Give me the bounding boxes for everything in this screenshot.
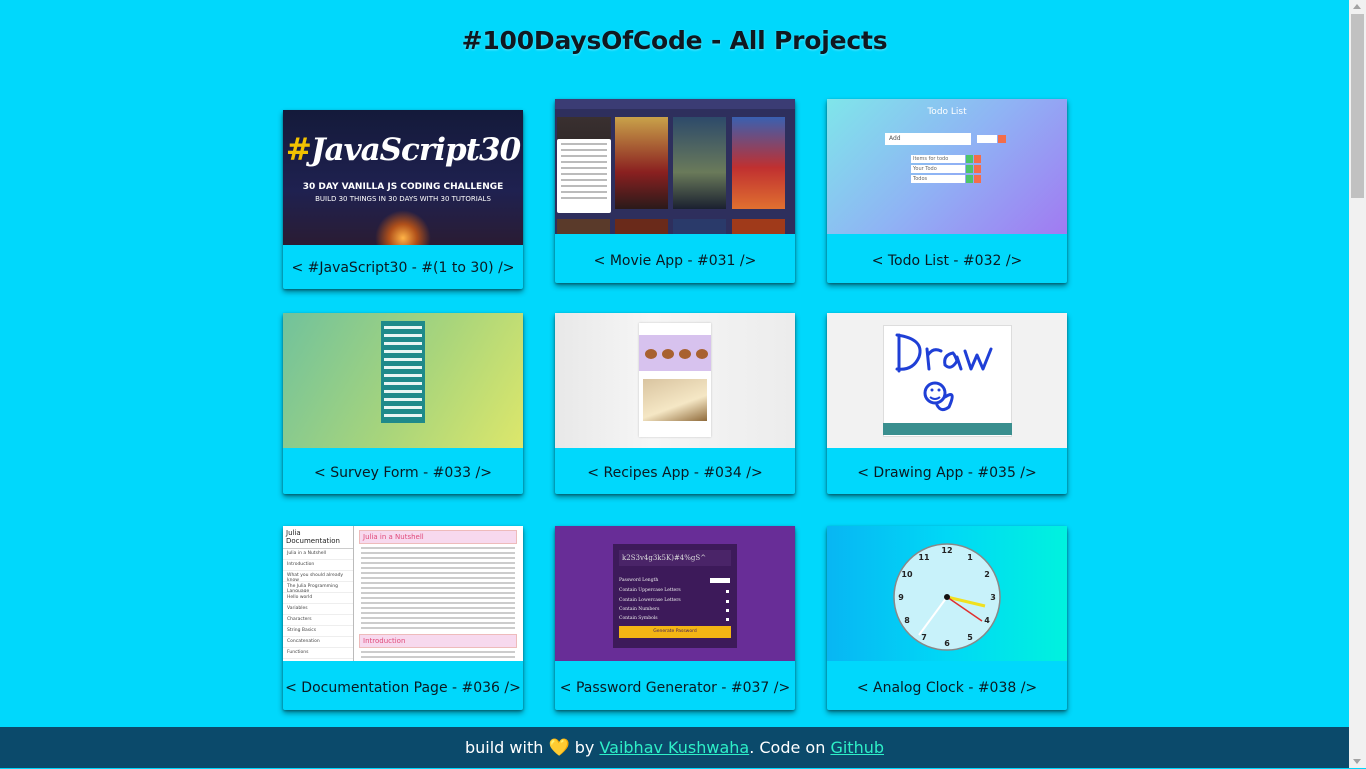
project-thumbnail xyxy=(283,313,523,448)
project-caption: < Recipes App - #034 /> xyxy=(587,465,763,481)
page-title: #100DaysOfCode - All Projects xyxy=(461,26,888,55)
js30-headline: #JavaScript30 xyxy=(285,132,521,168)
svg-text:5: 5 xyxy=(967,633,973,642)
project-card-movie-app[interactable]: < Movie App - #031 /> xyxy=(555,99,795,283)
survey-form-preview xyxy=(381,321,425,423)
drawing-toolbar xyxy=(883,423,1012,435)
page: #100DaysOfCode - All Projects #JavaScrip… xyxy=(0,0,1349,768)
project-thumbnail: #JavaScript30 30 DAY VANILLA JS CODING C… xyxy=(283,110,523,245)
password-output: k2S3v4g3k5K)#4%gS^ xyxy=(619,550,731,566)
todo-title: Todo List xyxy=(927,107,967,117)
project-thumbnail: k2S3v4g3k5K)#4%gS^ Password Length Conta… xyxy=(555,526,795,661)
svg-text:12: 12 xyxy=(941,546,952,555)
js30-line1: 30 DAY VANILLA JS CODING CHALLENGE xyxy=(302,182,504,192)
project-thumbnail: Julia Documentation Julia in a Nutshell … xyxy=(283,526,523,661)
svg-text:1: 1 xyxy=(967,553,973,562)
project-card-survey-form[interactable]: < Survey Form - #033 /> xyxy=(283,313,523,494)
scroll-up-arrow-icon[interactable] xyxy=(1353,4,1361,9)
todo-input: Add xyxy=(885,133,971,145)
project-card-javascript30[interactable]: #JavaScript30 30 DAY VANILLA JS CODING C… xyxy=(283,110,523,289)
app-header-bar xyxy=(555,99,795,109)
doc-sidebar: Julia Documentation Julia in a Nutshell … xyxy=(283,526,354,661)
project-caption: < Todo List - #032 /> xyxy=(871,253,1023,269)
svg-text:6: 6 xyxy=(944,639,950,648)
project-thumbnail xyxy=(555,99,795,234)
todo-item: Your Todo xyxy=(911,165,965,173)
svg-text:3: 3 xyxy=(990,593,996,602)
project-thumbnail: Todo List Add Items for todo Your Todo T… xyxy=(827,99,1067,234)
project-caption: < Password Generator - #037 /> xyxy=(559,680,791,696)
todo-item: Items for todo xyxy=(911,155,965,163)
clock-face: 12 1 2 3 4 5 6 7 8 9 10 11 xyxy=(893,543,1001,651)
github-link[interactable]: Github xyxy=(830,738,884,757)
scroll-down-arrow-icon[interactable] xyxy=(1353,759,1361,764)
project-card-documentation-page[interactable]: Julia Documentation Julia in a Nutshell … xyxy=(283,526,523,710)
vertical-scrollbar[interactable] xyxy=(1349,0,1366,768)
scrollbar-thumb[interactable] xyxy=(1351,14,1364,198)
project-card-recipes-app[interactable]: < Recipes App - #034 /> xyxy=(555,313,795,494)
todo-item: Todos xyxy=(911,175,965,183)
project-card-analog-clock[interactable]: 12 1 2 3 4 5 6 7 8 9 10 11 < Analog Cloc… xyxy=(827,526,1067,710)
footer-by: by xyxy=(574,738,595,757)
footer-code-on: . Code on xyxy=(749,738,826,757)
footer-build-with: build with xyxy=(464,738,544,757)
project-caption: < Analog Clock - #038 /> xyxy=(856,680,1038,696)
footer: build with 💛 by Vaibhav Kushwaha. Code o… xyxy=(0,727,1349,768)
project-card-drawing-app[interactable]: < Drawing App - #035 /> xyxy=(827,313,1067,494)
cake-image xyxy=(643,379,707,421)
svg-text:8: 8 xyxy=(904,616,910,625)
svg-text:7: 7 xyxy=(921,633,927,642)
movie-poster xyxy=(732,117,785,209)
project-caption: < #JavaScript30 - #(1 to 30) /> xyxy=(291,260,515,276)
project-card-password-generator[interactable]: k2S3v4g3k5K)#4%gS^ Password Length Conta… xyxy=(555,526,795,710)
doc-main: Julia in a Nutshell Introduction xyxy=(359,530,517,658)
svg-text:11: 11 xyxy=(918,553,930,562)
svg-text:9: 9 xyxy=(898,593,904,602)
project-caption: < Drawing App - #035 /> xyxy=(857,465,1037,481)
heart-icon: 💛 xyxy=(548,738,570,758)
campfire-image xyxy=(375,210,431,245)
project-caption: < Movie App - #031 /> xyxy=(593,253,757,269)
movie-poster xyxy=(673,117,726,209)
project-thumbnail xyxy=(827,313,1067,448)
movie-overview-card xyxy=(557,139,611,213)
project-caption: < Documentation Page - #036 /> xyxy=(285,680,521,696)
project-caption: < Survey Form - #033 /> xyxy=(314,465,492,481)
project-card-todo-list[interactable]: Todo List Add Items for todo Your Todo T… xyxy=(827,99,1067,283)
project-thumbnail xyxy=(555,313,795,448)
author-link[interactable]: Vaibhav Kushwaha xyxy=(599,738,749,757)
svg-text:4: 4 xyxy=(984,616,990,625)
svg-text:10: 10 xyxy=(901,570,913,579)
svg-text:2: 2 xyxy=(984,570,990,579)
movie-poster xyxy=(615,117,668,209)
js30-line2: BUILD 30 THINGS IN 30 DAYS WITH 30 TUTOR… xyxy=(315,195,491,203)
project-thumbnail: 12 1 2 3 4 5 6 7 8 9 10 11 xyxy=(827,526,1067,661)
